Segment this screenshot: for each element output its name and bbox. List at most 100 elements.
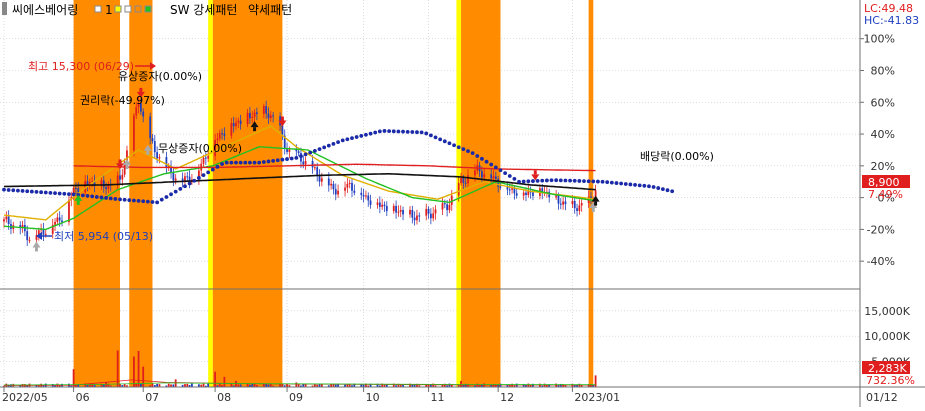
candle-body <box>334 189 337 195</box>
candle-body <box>490 174 493 179</box>
dot-series-point <box>670 189 675 194</box>
candle-body <box>395 205 397 213</box>
dot-series-point <box>535 178 540 183</box>
signal-marker-stem <box>125 165 129 170</box>
volume-bar <box>133 356 135 387</box>
dot-series-point <box>493 165 498 170</box>
candle-body <box>483 174 486 178</box>
candle-body <box>3 219 5 222</box>
volume-bar <box>214 371 217 387</box>
dot-series-point <box>577 179 582 183</box>
dot-series-point <box>127 198 132 203</box>
candle-body <box>481 171 483 178</box>
volume-bar <box>151 383 154 387</box>
dot-series-point <box>544 178 549 183</box>
dot-series-point <box>271 158 276 163</box>
dot-series-point <box>582 179 586 184</box>
candle-body <box>269 115 272 119</box>
candle-body <box>369 200 372 205</box>
candle-body <box>172 173 175 181</box>
legend-item-weak: 약세패턴 <box>248 2 292 17</box>
candle-body <box>44 233 47 235</box>
candle-body <box>165 156 168 168</box>
dot-series-point <box>2 187 6 192</box>
x-tick-label: 2022/05 <box>2 391 48 404</box>
candle-body <box>413 217 416 221</box>
dot-series-point <box>206 170 211 175</box>
dot-series-point <box>178 187 183 191</box>
dot-series-point <box>415 130 419 135</box>
candle-body <box>311 160 314 168</box>
candle-body <box>223 133 226 136</box>
candle-body <box>105 187 107 190</box>
dot-series-point <box>489 162 494 167</box>
legend-checkbox-4[interactable] <box>134 5 142 13</box>
candle-body <box>492 176 495 179</box>
candle-body <box>499 186 502 188</box>
legend-checkbox-5[interactable] <box>144 5 152 13</box>
candle-body <box>320 178 323 182</box>
dot-series-point <box>294 155 299 160</box>
dot-series-point <box>531 179 535 183</box>
candle-body <box>75 187 77 189</box>
dot-series-point <box>452 143 456 148</box>
volume-bar <box>246 383 249 387</box>
dot-series-point <box>25 189 30 194</box>
candle-body <box>515 193 518 196</box>
dot-series-point <box>596 179 600 184</box>
dot-series-point <box>637 183 642 188</box>
candle-body <box>576 208 578 211</box>
candle-body <box>237 120 240 123</box>
y-tick-label: 60% <box>871 96 895 109</box>
dot-series-point <box>173 189 178 194</box>
dot-series-point <box>312 148 317 153</box>
y-tick-label: 20% <box>871 160 895 173</box>
dot-series-point <box>591 179 596 184</box>
dot-series-point <box>424 131 429 136</box>
dot-series-point <box>11 188 16 193</box>
candle-body <box>467 175 469 184</box>
volume-bar <box>230 383 233 387</box>
dot-series-point <box>71 192 76 197</box>
y-tick-label: 100% <box>864 33 895 46</box>
candle-body <box>434 209 437 214</box>
legend-scroll-icon[interactable] <box>2 2 7 15</box>
dot-series-point <box>633 182 637 187</box>
dot-series-point <box>57 191 62 196</box>
dot-series-point <box>600 179 605 184</box>
dot-series-point <box>480 156 484 161</box>
dot-series-point <box>280 157 285 162</box>
dot-series-point <box>438 137 443 142</box>
candle-body <box>443 203 446 205</box>
candle-body <box>416 215 418 221</box>
legend-checkbox-3[interactable] <box>124 5 132 13</box>
dot-series-point <box>447 141 452 146</box>
grid <box>0 0 860 387</box>
volume-bar <box>105 382 107 387</box>
candle-body <box>411 209 414 218</box>
volume-bar <box>218 383 221 387</box>
dot-series-point <box>155 200 160 205</box>
legend-checkbox-1[interactable] <box>94 5 102 13</box>
dot-series-point <box>243 160 248 165</box>
candle-body <box>151 138 154 142</box>
candle-body <box>142 111 145 117</box>
dot-series-point <box>540 178 545 183</box>
candle-body <box>288 149 291 152</box>
annotation-rights-issue: 유상증자(0.00%) <box>118 70 202 83</box>
dot-series-point <box>359 134 364 138</box>
candle-body <box>230 123 233 136</box>
dot-series-point <box>299 154 303 159</box>
buy-signal-marker <box>32 241 41 248</box>
dot-series-point <box>53 191 57 196</box>
dot-series-point <box>586 179 591 184</box>
dot-series-point <box>410 130 415 134</box>
annotation-ex-dividend: 배당락(0.00%) <box>640 150 714 163</box>
candle-body <box>383 204 386 206</box>
strong-pattern-zone <box>129 0 153 387</box>
legend-checkbox-2[interactable] <box>114 5 122 13</box>
candle-body <box>464 182 467 184</box>
hc-label: HC:-41.83 <box>864 14 919 27</box>
dot-series-point <box>118 197 122 202</box>
dot-series-point <box>605 180 610 185</box>
